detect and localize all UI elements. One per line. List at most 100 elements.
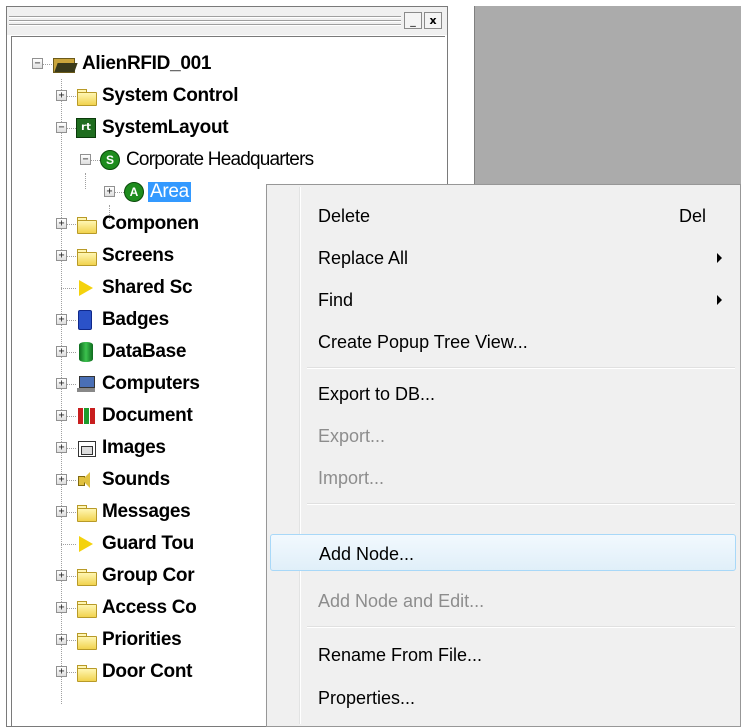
tree-line [67,416,76,417]
tree-line [67,640,76,641]
rtu-icon: rt [76,118,96,138]
tree-label: Document [102,405,193,426]
tree-label: Screens [102,245,174,266]
folder-icon [76,246,97,266]
menu-item-label: Export... [318,426,386,446]
play-icon [76,278,96,298]
menu-item-rename-from-file[interactable]: Rename From File... [270,636,736,673]
expand-icon[interactable]: + [56,250,67,261]
tree-line [61,544,76,545]
menu-item-label: Import... [318,468,385,488]
menu-item-label: Replace All [318,248,409,268]
tree-line [61,288,76,289]
collapse-icon[interactable]: − [32,58,43,69]
close-button[interactable]: x [424,12,442,29]
tree-label: Guard Tou [102,533,194,554]
expand-icon[interactable]: + [56,314,67,325]
folder-icon [76,566,97,586]
tree-node-system-control[interactable]: + System Control [12,81,442,112]
folder-icon [76,662,97,682]
expand-icon[interactable]: + [56,666,67,677]
tree-line [43,64,52,65]
menu-item-find[interactable]: Find [270,281,736,318]
tree-label: Door Cont [102,661,193,682]
tree-line [67,608,76,609]
tree-line [67,480,76,481]
expand-icon[interactable]: + [56,218,67,229]
menu-separator [307,367,735,369]
tree-label: Componen [102,213,199,234]
tree-line [67,384,76,385]
tree-line [67,576,76,577]
menu-item-label: Create Popup Tree View... [318,332,528,352]
minimize-button[interactable]: _ [404,12,422,29]
tree-label: DataBase [102,341,187,362]
expand-icon[interactable]: + [56,410,67,421]
menu-item-replace-all[interactable]: Replace All [270,239,736,276]
menu-item-add-node-and-edit: Add Node and Edit... [270,582,736,619]
drag-grip[interactable] [9,16,401,18]
submenu-arrow-icon [717,295,722,305]
folder-icon [76,598,97,618]
menu-item-label: Add Node and Edit... [318,591,485,611]
tree-line [67,320,76,321]
folder-icon [76,214,97,234]
tree-label: Shared Sc [102,277,193,298]
expand-icon[interactable]: + [56,570,67,581]
computer-icon [76,374,96,394]
image-icon [76,438,96,458]
menu-item-export-to-db[interactable]: Export to DB... [270,375,736,412]
panel-header: _ x [7,7,447,35]
tree-label: Corporate Headquarters [126,149,314,170]
menu-item-label: Properties... [318,688,416,708]
expand-icon[interactable]: + [56,346,67,357]
menu-item-properties[interactable]: Properties... [270,679,736,716]
expand-icon[interactable]: + [104,186,115,197]
area-icon: A [124,182,144,202]
books-icon [76,406,96,426]
menu-item-export: Export... [270,417,736,454]
tree-label: Sounds [102,469,170,490]
menu-item-delete[interactable]: Delete Del [270,197,736,234]
menu-item-label: Export to DB... [318,384,436,404]
expand-icon[interactable]: + [56,442,67,453]
folder-icon [76,86,97,106]
tree-line [115,192,124,193]
tree-label: AlienRFID_001 [82,53,212,74]
menu-item-label: Rename From File... [318,645,483,665]
expand-icon[interactable]: + [56,378,67,389]
submenu-arrow-icon [717,253,722,263]
collapse-icon[interactable]: − [56,122,67,133]
menu-item-add-node[interactable]: Add Node... [270,534,736,571]
site-icon: S [100,150,120,170]
tree-label: Computers [102,373,200,394]
menu-item-import: Import... [270,459,736,496]
expand-icon[interactable]: + [56,474,67,485]
tree-node-root[interactable]: − AlienRFID_001 [12,49,442,80]
expand-icon[interactable]: + [56,506,67,517]
menu-item-create-popup-tree-view[interactable]: Create Popup Tree View... [270,323,736,360]
menu-separator [307,503,735,505]
tree-line [67,672,76,673]
tree-line [67,352,76,353]
expand-icon[interactable]: + [56,602,67,613]
tree-label: Badges [102,309,169,330]
workspace-area [474,6,741,184]
menu-item-shortcut: Del [678,206,706,226]
tree-node-system-layout[interactable]: − rt SystemLayout [12,113,442,144]
open-folder-icon [52,54,78,74]
tree-label: System Control [102,85,239,106]
tree-label: Priorities [102,629,182,650]
tree-line [67,448,76,449]
tree-line [67,224,76,225]
expand-icon[interactable]: + [56,634,67,645]
collapse-icon[interactable]: − [80,154,91,165]
tree-label: Messages [102,501,191,522]
menu-item-label: Find [318,290,354,310]
menu-item-label: Delete [318,206,371,226]
drag-grip-line [9,20,401,22]
tree-line [67,512,76,513]
tree-node-corporate-hq[interactable]: − S Corporate Headquarters [12,145,442,176]
expand-icon[interactable]: + [56,90,67,101]
tree-line [67,96,76,97]
